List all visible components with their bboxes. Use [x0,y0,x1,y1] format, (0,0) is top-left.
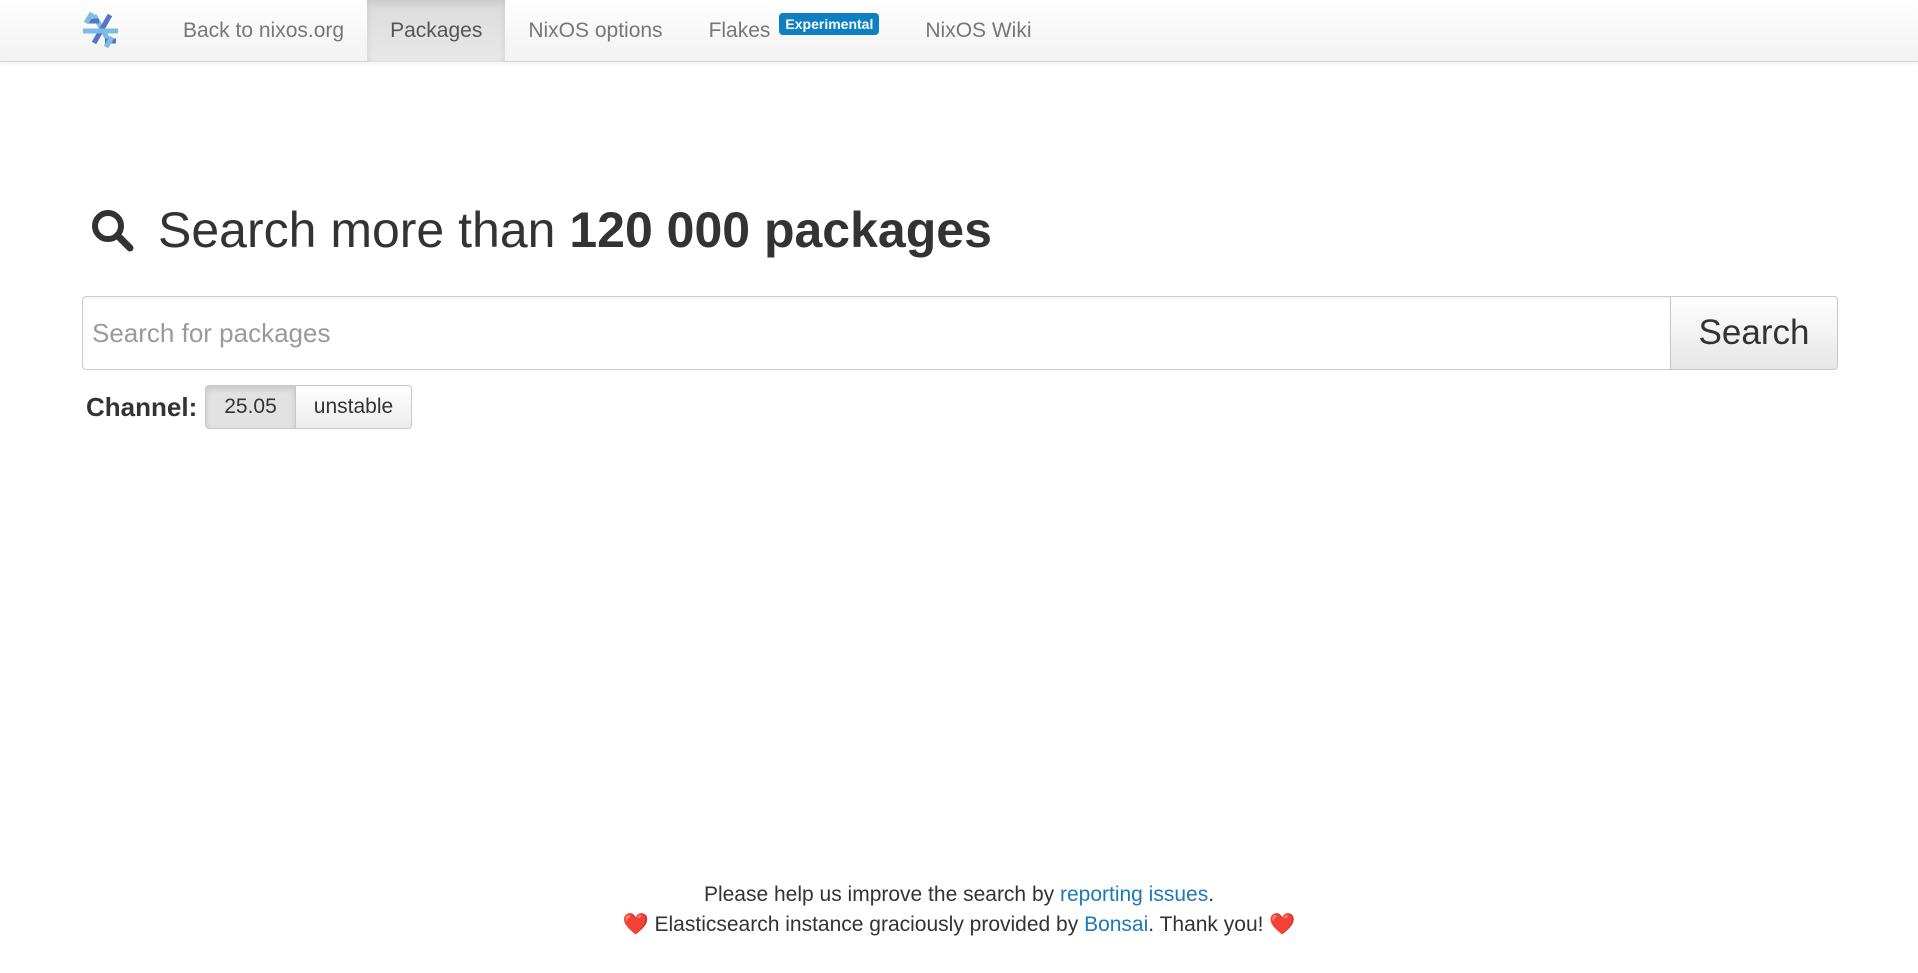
channel-option-25-05[interactable]: 25.05 [205,385,296,429]
footer-text: Please help us improve the search by [703,883,1060,906]
nav-item-label: Back to nixos.org [183,19,345,42]
nav-item-label: NixOS Wiki [925,19,1032,42]
footer-text: . [1208,883,1215,906]
footer-text: . Thank you! [1148,913,1270,936]
channel-button-group: 25.05 unstable [205,385,413,429]
page-title-text: Search more than 120 000 packages [158,201,992,259]
main-nav: Back to nixos.org Packages NixOS options… [160,0,1055,62]
nav-item-label: Flakes [708,19,771,42]
nixos-snowflake-icon[interactable] [80,11,124,51]
channel-option-unstable[interactable]: unstable [295,385,413,429]
nav-packages[interactable]: Packages [367,0,506,62]
heart-icon: ❤️ [622,913,649,936]
heart-icon: ❤️ [1269,913,1296,936]
title-prefix: Search more than [158,202,570,258]
nav-nixos-options[interactable]: NixOS options [505,0,685,62]
nav-item-label: NixOS options [528,19,663,42]
nixos-logo-svg [83,11,118,49]
top-navbar: Back to nixos.org Packages NixOS options… [0,0,1918,62]
nav-flakes[interactable]: Flakes Experimental [686,0,903,62]
footer: Please help us improve the search by rep… [0,880,1918,940]
footer-text: Elasticsearch instance graciously provid… [648,913,1085,936]
bonsai-link[interactable]: Bonsai [1084,913,1148,936]
channel-selector: Channel: 25.05 unstable [86,385,413,429]
experimental-badge: Experimental [779,13,880,35]
search-input[interactable] [82,296,1670,370]
search-button[interactable]: Search [1670,296,1838,370]
title-emphasis: 120 000 packages [569,202,992,258]
footer-line-2: ❤️ Elasticsearch instance graciously pro… [0,910,1918,940]
footer-line-1: Please help us improve the search by rep… [0,880,1918,910]
page-title: Search more than 120 000 packages [88,197,992,263]
search-form: Search [82,296,1838,370]
search-icon [92,210,134,252]
channel-label: Channel: [86,391,198,422]
nav-back-to-nixos[interactable]: Back to nixos.org [160,0,367,62]
nav-nixos-wiki[interactable]: NixOS Wiki [902,0,1054,62]
reporting-issues-link[interactable]: reporting issues [1060,883,1208,906]
nav-item-label: Packages [390,19,483,42]
